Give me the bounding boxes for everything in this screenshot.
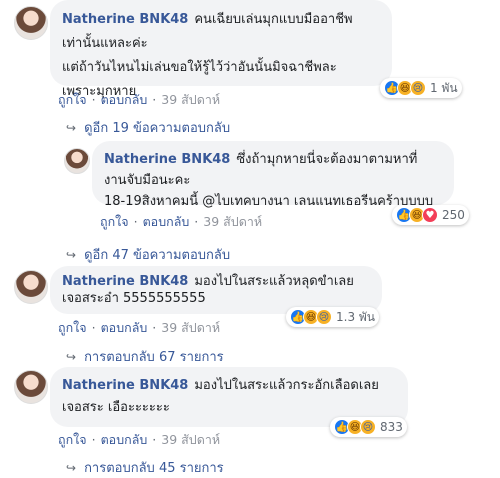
view-more-replies-3[interactable]: ↪ การตอบกลับ 67 รายการ	[66, 346, 224, 367]
replies-link-text: การตอบกลับ 67 รายการ	[84, 350, 224, 365]
avatar[interactable]	[14, 6, 48, 40]
sad-icon: 😢	[360, 419, 376, 435]
author-name[interactable]: Natherine BNK48	[62, 274, 188, 289]
separator: ·	[194, 214, 199, 229]
comment-bubble: Natherine BNK48 คนเฉียบเล่นมุกแบบมืออาชีพ…	[50, 0, 392, 99]
reaction-summary[interactable]: 👍 😆 😢 1 พัน	[380, 78, 462, 98]
reaction-summary[interactable]: 👍 😆 😢 833	[330, 417, 407, 437]
comment-actions: ถูกใจ · ตอบกลับ · 39 สัปดาห์	[58, 90, 220, 110]
separator: ·	[152, 320, 157, 335]
reply-arrow-icon: ↪	[66, 350, 77, 364]
like-link[interactable]: ถูกใจ	[58, 432, 87, 447]
love-icon: ♥	[422, 207, 438, 223]
separator: ·	[91, 432, 96, 447]
reply-arrow-icon: ↪	[66, 121, 77, 135]
avatar[interactable]	[64, 148, 90, 174]
sad-icon: 😢	[410, 80, 426, 96]
avatar[interactable]	[14, 270, 48, 304]
replies-link-text: ดูอีก 19 ข้อความตอบกลับ	[84, 121, 231, 136]
timestamp[interactable]: 39 สัปดาห์	[203, 214, 262, 229]
like-link[interactable]: ถูกใจ	[100, 214, 129, 229]
separator: ·	[152, 432, 157, 447]
author-name[interactable]: Natherine BNK48	[62, 12, 188, 27]
reaction-count: 1 พัน	[430, 80, 458, 95]
reaction-count: 1.3 พัน	[336, 309, 376, 324]
comment-actions: ถูกใจ · ตอบกลับ · 39 สัปดาห์	[58, 318, 220, 338]
separator: ·	[91, 92, 96, 107]
view-more-replies-2[interactable]: ↪ ดูอีก 47 ข้อความตอบกลับ	[66, 244, 230, 265]
timestamp[interactable]: 39 สัปดาห์	[161, 320, 220, 335]
view-more-replies-1[interactable]: ↪ ดูอีก 19 ข้อความตอบกลับ	[66, 117, 230, 138]
reply-arrow-icon: ↪	[66, 248, 77, 262]
reply-link[interactable]: ตอบกลับ	[143, 214, 190, 229]
timestamp[interactable]: 39 สัปดาห์	[161, 432, 220, 447]
separator: ·	[133, 214, 138, 229]
author-name[interactable]: Natherine BNK48	[104, 152, 230, 167]
separator: ·	[91, 320, 96, 335]
comment-bubble: Natherine BNK48 ซึ่งถ้ามุกหายนี่จะต้องมาต…	[92, 141, 454, 209]
replies-link-text: ดูอีก 47 ข้อความตอบกลับ	[84, 248, 231, 263]
reaction-summary[interactable]: 👍 😆 😢 1.3 พัน	[286, 307, 380, 327]
separator: ·	[152, 92, 157, 107]
comment-actions: ถูกใจ · ตอบกลับ · 39 สัปดาห์	[100, 212, 262, 232]
sad-icon: 😢	[316, 309, 332, 325]
reaction-summary[interactable]: 👍 😆 ♥ 250	[392, 205, 469, 225]
view-more-replies-4[interactable]: ↪ การตอบกลับ 45 รายการ	[66, 457, 224, 478]
timestamp[interactable]: 39 สัปดาห์	[161, 92, 220, 107]
replies-link-text: การตอบกลับ 45 รายการ	[84, 461, 224, 476]
reply-link[interactable]: ตอบกลับ	[101, 432, 148, 447]
like-link[interactable]: ถูกใจ	[58, 92, 87, 107]
like-link[interactable]: ถูกใจ	[58, 320, 87, 335]
avatar[interactable]	[14, 370, 48, 404]
reaction-count: 833	[380, 420, 403, 434]
author-name[interactable]: Natherine BNK48	[62, 378, 188, 393]
comment-actions: ถูกใจ · ตอบกลับ · 39 สัปดาห์	[58, 430, 220, 450]
reply-link[interactable]: ตอบกลับ	[101, 320, 148, 335]
reply-link[interactable]: ตอบกลับ	[101, 92, 148, 107]
reply-arrow-icon: ↪	[66, 461, 77, 475]
reaction-count: 250	[442, 208, 465, 222]
